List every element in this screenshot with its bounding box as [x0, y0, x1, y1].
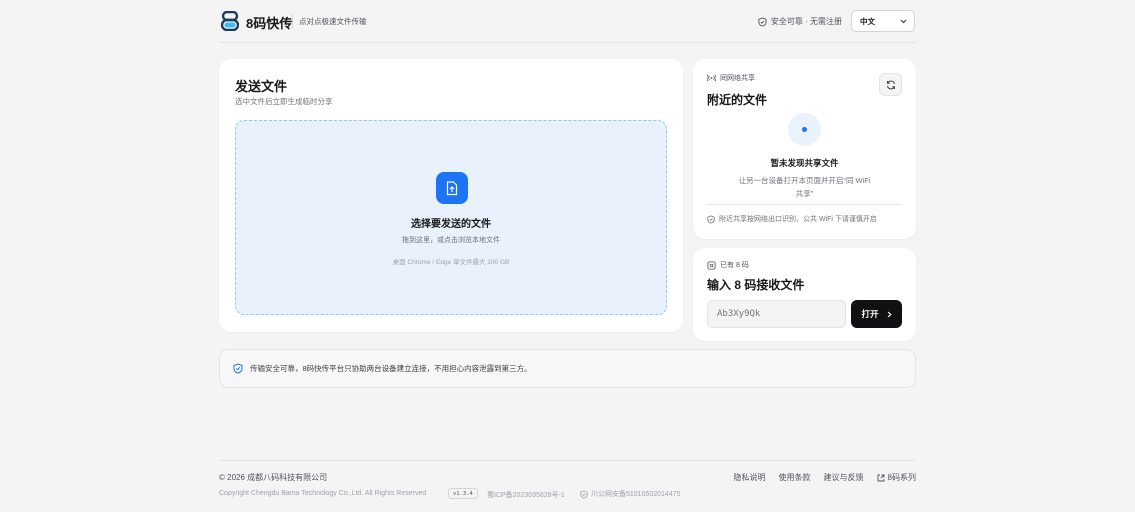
- broadcast-icon: [707, 74, 716, 82]
- radar-indicator: [788, 113, 821, 146]
- nearby-card: 同网络共享 附近的文件 暂未发现共享文件 让另一台设备打开本页面并开启“同 Wi…: [693, 59, 916, 239]
- notice-text: 传输安全可靠，8码快传平台只协助两台设备建立连接，不用担心内容泄露到第三方。: [250, 364, 532, 373]
- version-badge: v1.3.4: [448, 488, 478, 499]
- receive-title: 输入 8 码接收文件: [707, 278, 805, 292]
- shield-check-icon: [758, 16, 767, 27]
- header-divider: [292, 14, 293, 28]
- open-button-label: 打开: [861, 309, 879, 319]
- security-badge: 安全可靠 · 无需注册: [758, 16, 842, 27]
- icp-link[interactable]: 蜀ICP备2023035828号-1: [487, 490, 565, 500]
- police-record-link[interactable]: 川公网安备51010502014475: [580, 489, 681, 499]
- nearby-title: 附近的文件: [707, 93, 768, 107]
- nearby-divider: [707, 204, 902, 205]
- nearby-footer: 附近共享按网络出口识别，公共 WiFi 下请谨慎开启: [707, 214, 877, 224]
- shield-icon: [707, 214, 715, 224]
- file-drop-zone[interactable]: 选择要发送的文件 拖到这里，或点击浏览本地文件 桌面 Chrome / Edge…: [235, 120, 667, 315]
- terms-link[interactable]: 使用条款: [779, 472, 811, 483]
- footer-divider: [219, 460, 916, 461]
- nearby-tag-label: 同网络共享: [720, 75, 755, 82]
- nearby-footer-text: 附近共享按网络出口识别，公共 WiFi 下请谨慎开启: [719, 216, 877, 223]
- shield-check-icon: [233, 363, 243, 374]
- language-select[interactable]: 中文: [851, 10, 915, 32]
- radar-dot: [802, 127, 807, 132]
- drop-title: 选择要发送的文件: [411, 219, 491, 230]
- nearby-tag: 同网络共享: [707, 73, 755, 83]
- security-notice: 传输安全可靠，8码快传平台只协助两台设备建立连接，不用担心内容泄露到第三方。: [219, 349, 916, 388]
- receive-card: 已有 8 码 输入 8 码接收文件 打开: [693, 248, 916, 341]
- shield-icon: [580, 489, 588, 499]
- series-link[interactable]: 8码系列: [877, 472, 916, 483]
- send-subtitle: 选中文件后立即生成临时分享: [235, 97, 333, 106]
- drop-note: 桌面 Chrome / Edge 单文件最大 100 GB: [392, 259, 510, 266]
- brand-name[interactable]: 8码快传: [246, 13, 292, 32]
- code-input[interactable]: [707, 300, 846, 328]
- chevron-right-icon: [887, 311, 892, 317]
- send-title: 发送文件: [235, 79, 288, 94]
- open-button[interactable]: 打开: [851, 300, 902, 328]
- drop-subtitle: 拖到这里，或点击浏览本地文件: [402, 237, 500, 244]
- logo-icon[interactable]: [221, 11, 239, 31]
- external-link-icon: [877, 474, 884, 481]
- language-value: 中文: [860, 16, 875, 26]
- receive-tag-label: 已有 8 码: [720, 262, 749, 269]
- nearby-empty-hint: 让另一台设备打开本页面并开启“同 WiFi 共享”: [738, 176, 871, 198]
- copyright: © 2026 成都八码科技有限公司: [219, 473, 328, 482]
- code-icon: [707, 260, 716, 270]
- refresh-button[interactable]: [879, 73, 902, 96]
- header: 8码快传 点对点极速文件传输 安全可靠 · 无需注册 中文: [219, 0, 916, 43]
- privacy-link[interactable]: 隐私说明: [734, 472, 766, 483]
- footer-links: 隐私说明 使用条款 建议与反馈 8码系列: [734, 472, 916, 483]
- nearby-empty-title: 暂未发现共享文件: [770, 158, 839, 168]
- refresh-icon: [886, 80, 895, 89]
- receive-tag: 已有 8 码: [707, 260, 749, 270]
- police-record-text: 川公网安备51010502014475: [591, 491, 681, 498]
- file-upload-icon: [436, 172, 468, 204]
- series-link-label: 8码系列: [887, 473, 916, 482]
- copyright-en: Copyright Chengdu Bama Technology Co.,Lt…: [219, 490, 427, 497]
- chevron-down-icon: [900, 19, 907, 23]
- feedback-link[interactable]: 建议与反馈: [824, 472, 864, 483]
- security-text: 安全可靠 · 无需注册: [770, 17, 842, 26]
- tagline: 点对点极速文件传输: [299, 17, 367, 26]
- send-card: 发送文件 选中文件后立即生成临时分享 选择要发送的文件 拖到这里，或点击浏览本地…: [219, 59, 683, 332]
